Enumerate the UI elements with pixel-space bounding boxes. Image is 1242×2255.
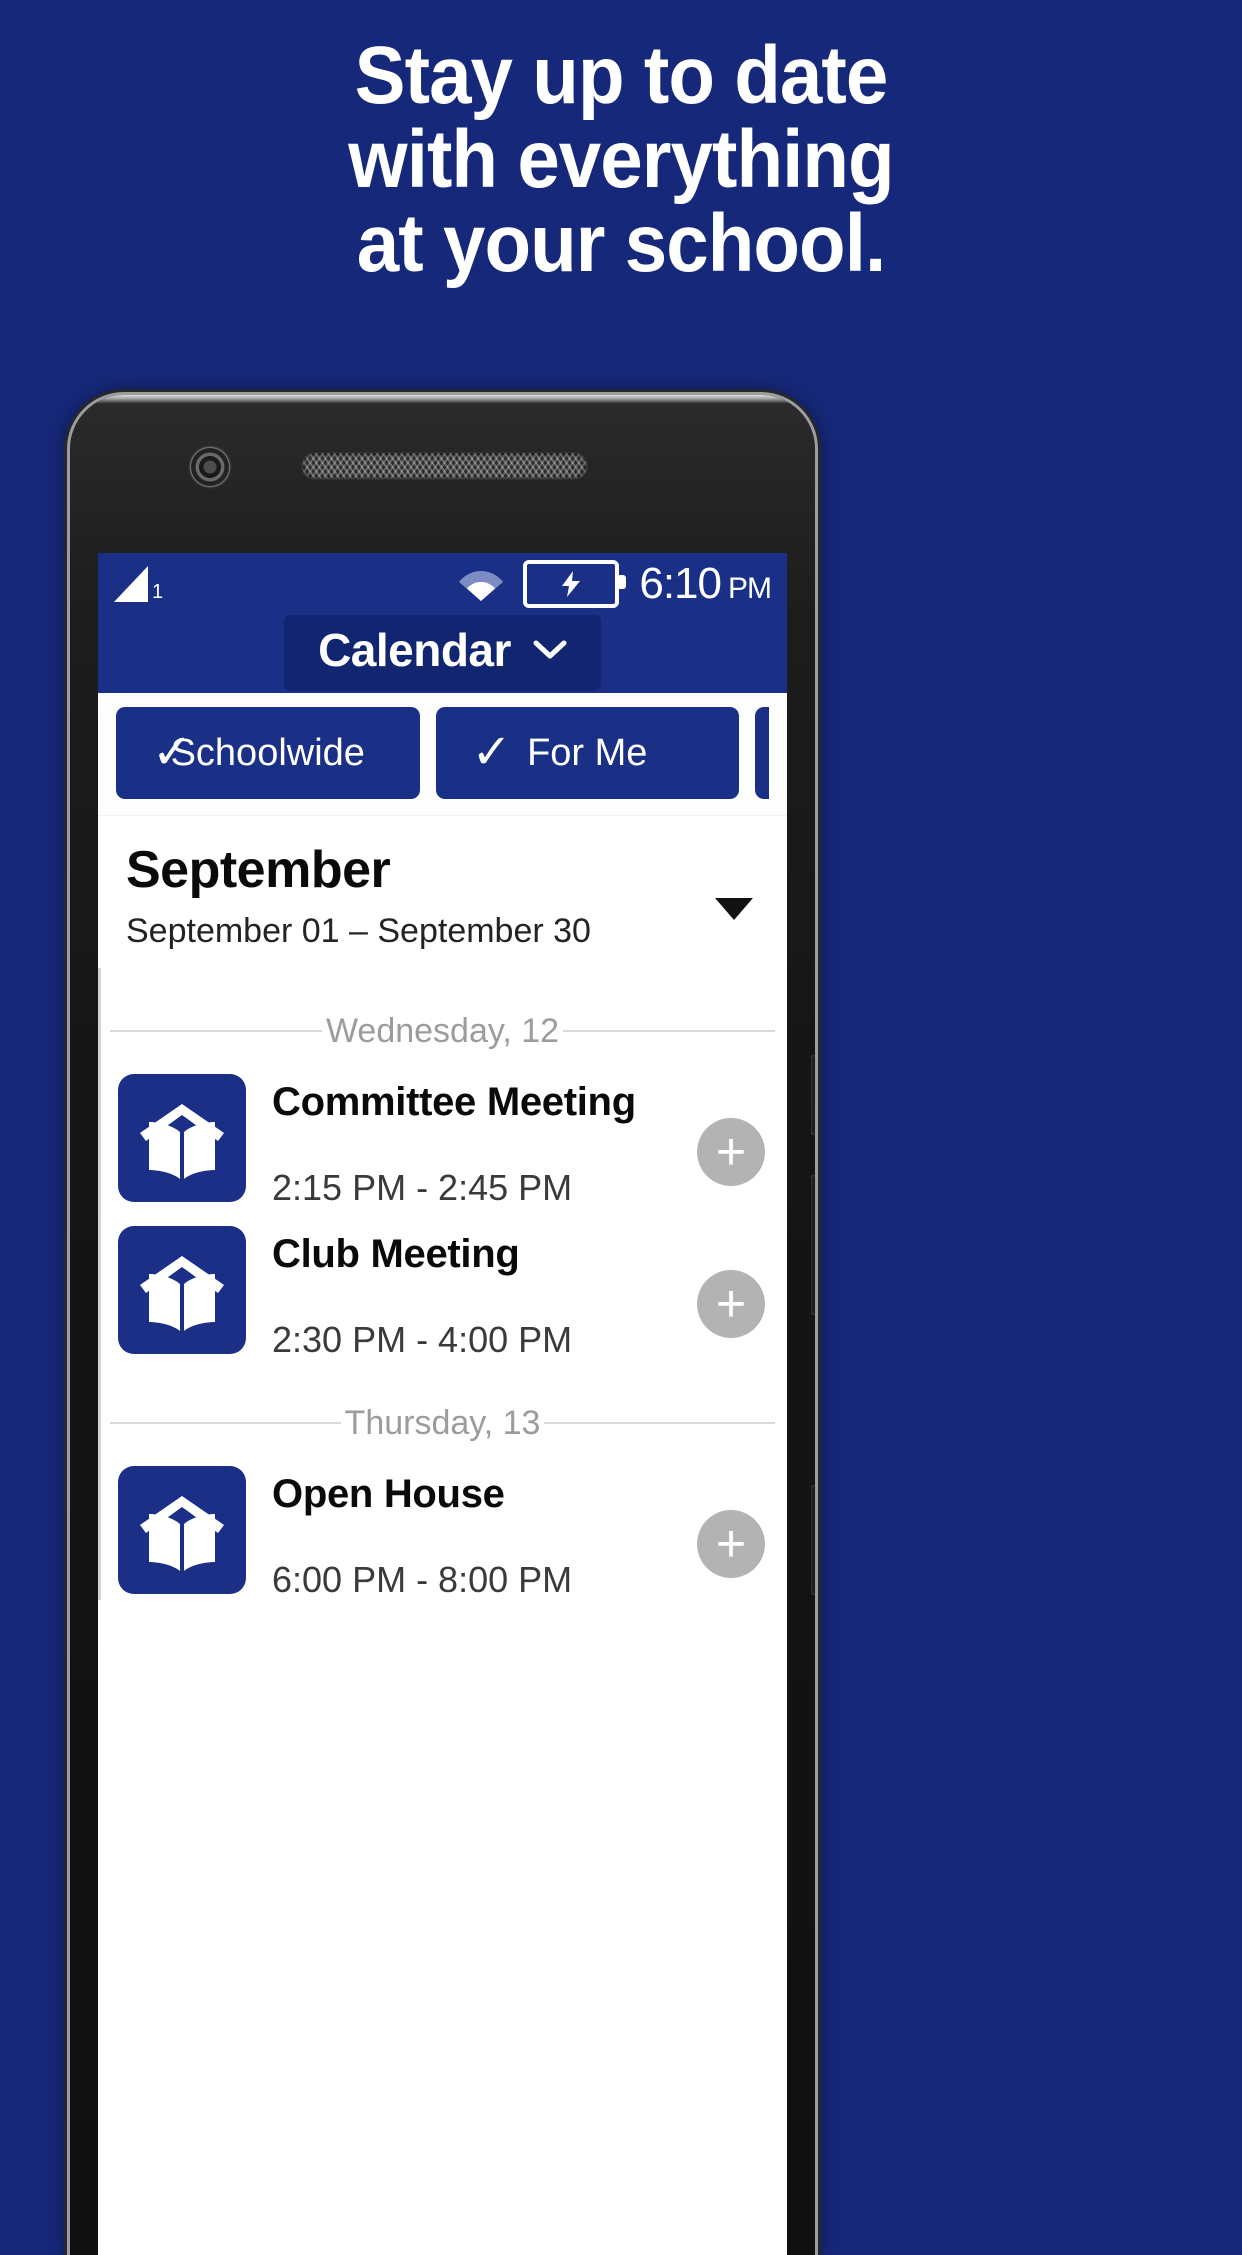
divider-rule-right <box>563 1030 775 1032</box>
plus-icon: + <box>715 1515 747 1573</box>
filter-chip-for-me-label: For Me <box>527 732 648 774</box>
day-divider-label: Thursday, 13 <box>344 1404 541 1442</box>
status-bar-left: 1 <box>114 566 163 602</box>
event-row[interactable]: Committee Meeting 2:15 PM - 2:45 PM + <box>98 1074 787 1208</box>
clock-ampm: PM <box>728 572 772 605</box>
plus-icon: + <box>715 1275 747 1333</box>
event-row[interactable]: Club Meeting 2:30 PM - 4:00 PM + <box>98 1226 787 1360</box>
promo-line-2: with everything <box>348 114 894 205</box>
month-date-range: September 01 – September 30 <box>126 912 591 950</box>
filter-chip-schoolwide-label: Schoolwide <box>170 732 365 774</box>
divider-rule-left <box>110 1030 322 1032</box>
school-book-icon <box>118 1466 246 1594</box>
triangle-down-icon[interactable] <box>715 898 753 920</box>
chevron-down-icon <box>533 640 567 660</box>
day-divider-wednesday: Wednesday, 12 <box>98 1014 787 1048</box>
event-row[interactable]: Open House 6:00 PM - 8:00 PM + <box>98 1466 787 1600</box>
power-button[interactable] <box>811 1485 815 1595</box>
filter-chip-for-me[interactable]: ✓ For Me <box>435 707 739 799</box>
event-body: Club Meeting 2:30 PM - 4:00 PM <box>246 1226 767 1360</box>
event-body: Open House 6:00 PM - 8:00 PM <box>246 1466 767 1600</box>
promo-line-3: at your school. <box>356 198 886 289</box>
event-time: 2:15 PM - 2:45 PM <box>272 1167 573 1208</box>
wifi-icon <box>459 567 504 601</box>
app-bar-title: Calendar <box>318 624 511 676</box>
check-icon: ✓ <box>152 726 193 779</box>
check-icon: ✓ <box>471 726 512 779</box>
phone-screen: 1 6:10 PM Calendar ✓ Schoolwide ✓ For Me… <box>98 553 787 2255</box>
phone-device-mockup: 1 6:10 PM Calendar ✓ Schoolwide ✓ For Me… <box>70 395 815 2255</box>
device-top-bezel-highlight <box>70 395 815 404</box>
school-book-icon <box>118 1074 246 1202</box>
event-title: Club Meeting <box>272 1232 520 1276</box>
battery-charging-icon <box>523 560 627 608</box>
filter-chip-next-partial[interactable] <box>755 707 769 799</box>
add-event-button[interactable]: + <box>697 1270 765 1338</box>
promo-headline: Stay up to date with everything at your … <box>43 34 1198 286</box>
status-bar-right: 6:10 PM <box>459 559 772 608</box>
month-header[interactable]: September September 01 – September 30 <box>98 816 787 968</box>
month-title: September <box>126 841 391 899</box>
signal-triangle-icon <box>114 566 148 602</box>
add-event-button[interactable]: + <box>697 1118 765 1186</box>
filter-chip-schoolwide[interactable]: ✓ Schoolwide <box>116 707 420 799</box>
clock-time: 6:10 <box>639 559 722 608</box>
app-bar: Calendar <box>98 615 787 693</box>
promo-line-1: Stay up to date <box>354 30 889 121</box>
school-book-icon <box>118 1226 246 1354</box>
add-event-button[interactable]: + <box>697 1510 765 1578</box>
filter-chip-row: ✓ Schoolwide ✓ For Me <box>98 693 787 816</box>
event-time: 2:30 PM - 4:00 PM <box>272 1319 573 1360</box>
volume-up-button[interactable] <box>811 1055 815 1135</box>
calendar-title-dropdown[interactable]: Calendar <box>284 615 601 691</box>
event-title: Open House <box>272 1472 505 1516</box>
day-divider-label: Wednesday, 12 <box>325 1012 560 1050</box>
status-bar: 1 6:10 PM <box>98 553 787 615</box>
divider-rule-right <box>544 1422 776 1424</box>
divider-rule-left <box>110 1422 341 1424</box>
volume-down-button[interactable] <box>811 1175 815 1315</box>
event-time: 6:00 PM - 8:00 PM <box>272 1559 573 1600</box>
front-camera-icon <box>190 447 230 487</box>
status-bar-clock: 6:10 PM <box>639 559 772 608</box>
earpiece-speaker-grille <box>302 453 587 479</box>
event-title: Committee Meeting <box>272 1080 636 1124</box>
event-body: Committee Meeting 2:15 PM - 2:45 PM <box>246 1074 767 1208</box>
plus-icon: + <box>715 1123 747 1181</box>
signal-index-label: 1 <box>152 581 164 603</box>
calendar-content: September September 01 – September 30 We… <box>98 816 787 1600</box>
day-divider-thursday: Thursday, 13 <box>98 1406 787 1440</box>
